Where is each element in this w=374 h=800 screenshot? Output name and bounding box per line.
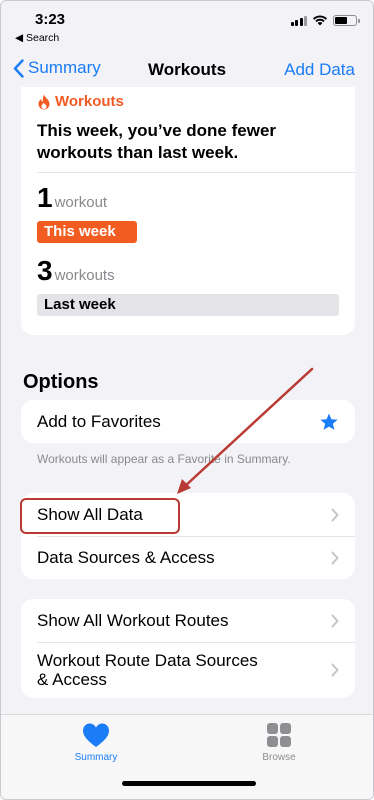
add-data-button[interactable]: Add Data — [284, 60, 355, 80]
workout-route-sources-row[interactable]: Workout Route Data Sources & Access — [21, 642, 355, 698]
chevron-right-icon — [331, 551, 339, 564]
last-week-unit: workouts — [54, 267, 115, 284]
card-header-label: Workouts — [55, 93, 124, 110]
status-icons — [290, 14, 360, 26]
tab-browse-label: Browse — [262, 752, 296, 763]
grid-icon — [267, 723, 291, 747]
phone-screen: 3:23 ◀ Search Summary Workouts Add Data — [0, 0, 374, 800]
flame-icon — [38, 94, 50, 109]
star-icon[interactable] — [319, 412, 339, 432]
chevron-right-icon — [331, 614, 339, 627]
back-to-app-link[interactable]: ◀ Search — [15, 32, 59, 44]
show-all-workout-routes-label: Show All Workout Routes — [37, 610, 229, 630]
cellular-signal-icon — [290, 15, 307, 26]
navigation-bar: Summary Workouts Add Data — [1, 51, 373, 89]
data-sources-access-row[interactable]: Data Sources & Access — [21, 536, 355, 579]
favorites-footnote: Workouts will appear as a Favorite in Su… — [37, 452, 291, 466]
workouts-trend-card: Workouts This week, you’ve done fewer wo… — [21, 87, 355, 335]
tab-summary-label: Summary — [74, 752, 118, 763]
last-week-stat: 3 workouts — [37, 255, 115, 287]
add-to-favorites-row[interactable]: Add to Favorites — [21, 400, 355, 443]
chevron-right-icon — [331, 663, 339, 677]
favorites-group: Add to Favorites — [21, 400, 355, 443]
tab-browse[interactable]: Browse — [244, 722, 314, 763]
card-divider — [37, 172, 355, 173]
status-bar: 3:23 ◀ Search — [1, 1, 373, 47]
this-week-count: 1 — [37, 182, 53, 213]
this-week-bar: This week — [37, 221, 137, 243]
trend-message: This week, you’ve done fewer workouts th… — [37, 121, 277, 162]
last-week-count: 3 — [37, 255, 53, 286]
chevron-right-icon — [331, 508, 339, 521]
options-heading: Options — [23, 371, 99, 393]
wifi-icon — [313, 15, 327, 26]
this-week-unit: workout — [54, 194, 108, 211]
last-week-bar: Last week — [37, 294, 339, 316]
heart-icon — [82, 723, 110, 747]
workout-route-sources-label: Workout Route Data Sources & Access — [37, 651, 258, 689]
add-to-favorites-label: Add to Favorites — [37, 411, 161, 431]
data-sources-access-label: Data Sources & Access — [37, 547, 215, 567]
status-time: 3:23 — [35, 11, 66, 28]
tab-bar: Summary Browse — [1, 714, 373, 799]
show-all-workout-routes-row[interactable]: Show All Workout Routes — [21, 599, 355, 642]
home-indicator — [122, 781, 256, 786]
tab-summary[interactable]: Summary — [61, 722, 131, 763]
card-header: Workouts — [37, 93, 124, 110]
battery-icon — [333, 14, 360, 26]
annotation-highlight-box — [20, 498, 180, 534]
this-week-stat: 1 workout — [37, 182, 107, 214]
routes-group: Show All Workout Routes Workout Route Da… — [21, 599, 355, 698]
